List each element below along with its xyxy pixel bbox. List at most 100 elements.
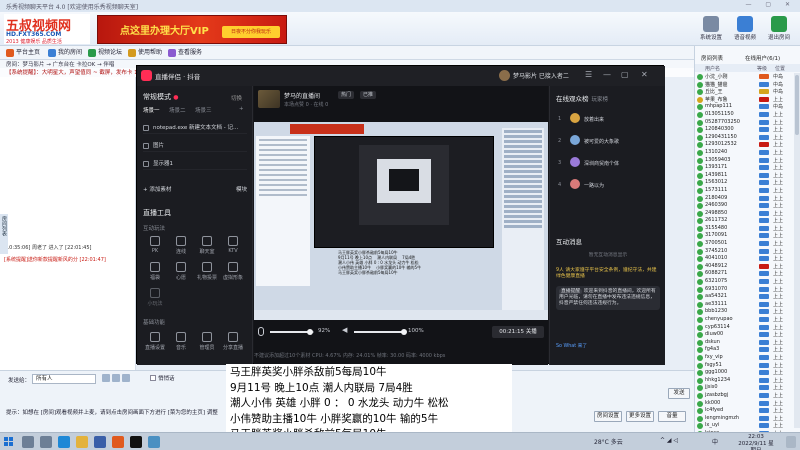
audience-row[interactable]: 1 放着出来 (556, 112, 660, 126)
site-logo[interactable]: 五叔视频网 HD.FXT365.COM 2013 健康娱乐 品质生活 (4, 14, 90, 45)
chat-message-area[interactable]: [10:35:06] 周老了 进入了 [22:01:45] [系统提醒]送你新款提… (0, 77, 136, 370)
ime-indicator[interactable]: 中 (712, 437, 718, 446)
user-row[interactable]: 13059403 上上 (695, 157, 793, 165)
source-item[interactable]: 图片 (143, 140, 247, 152)
user-row[interactable]: fg4a3 上上 (695, 346, 793, 354)
speaker-volume-slider[interactable] (354, 329, 407, 335)
user-row[interactable]: jjsis0 上上 (695, 384, 793, 392)
user-row[interactable]: 4041010 上上 (695, 255, 793, 263)
audience-row[interactable]: 4 一路以为 (556, 178, 660, 192)
join-message-text[interactable]: So What 来了 (556, 344, 587, 349)
user-row[interactable]: dskun 上上 (695, 339, 793, 347)
user-row[interactable]: 2611732 上上 (695, 217, 793, 225)
send-button[interactable]: 发送 (668, 388, 690, 399)
stream-user[interactable]: 梦马影片 已接入者二 (499, 70, 569, 81)
edge-icon[interactable] (58, 436, 70, 448)
user-row[interactable]: lc4fyed 上上 (695, 407, 793, 415)
secret-checkbox[interactable]: 悄悄话 (150, 374, 175, 382)
user-row[interactable]: ggg1000 上上 (695, 369, 793, 377)
vip-banner[interactable]: 点这里办理大厅VIP 日夜不分你我玩乐 (97, 15, 287, 44)
add-source-button[interactable]: + 添加素材 (143, 187, 171, 193)
user-row[interactable]: mhpap111 中岛 (695, 103, 793, 111)
user-row[interactable]: kk000 上上 (695, 400, 793, 408)
menu-icon[interactable]: ☰ (585, 70, 592, 79)
user-list[interactable]: 小沈_小刚 中岛 猫猫_猫爸 中岛 丘比_王 中岛 苹果_布鲁 上上 mhpap111 中岛 013… (695, 73, 793, 450)
audience-row[interactable]: 2 被可爱的大象歌 (556, 134, 660, 148)
stream-cover-thumbnail[interactable] (258, 90, 280, 108)
user-row[interactable]: chenyupao 上上 (695, 316, 793, 324)
toolbar-item[interactable]: 使用帮助 (128, 48, 162, 58)
user-row[interactable]: cyp63114 上上 (695, 324, 793, 332)
user-row[interactable]: 1563012 上上 (695, 179, 793, 187)
search-icon[interactable] (22, 436, 34, 448)
user-row[interactable]: 1439811 上上 (695, 172, 793, 180)
wish-tool-button[interactable]: 心愿 (169, 262, 193, 281)
audience-sub-tab[interactable]: 玩家榜 (592, 97, 609, 103)
mic-top-button[interactable]: 语音视频 (728, 14, 762, 41)
user-row[interactable]: 013051150 上上 (695, 111, 793, 119)
user-row[interactable]: 1573111 上上 (695, 187, 793, 195)
source-item[interactable]: notepad.exe 新建文本文档 - 记... (143, 122, 247, 134)
user-row[interactable]: 1290431150 上上 (695, 134, 793, 142)
notepad-icon[interactable] (148, 436, 160, 448)
user-row[interactable]: 3745210 上上 (695, 248, 793, 256)
room-settings-button[interactable]: 房间设置 (594, 411, 622, 422)
speaker-slider-knob[interactable] (401, 329, 407, 335)
store-icon[interactable] (94, 436, 106, 448)
user-row[interactable]: fxy_vip 上上 (695, 354, 793, 362)
user-row[interactable]: lx_uyi 上上 (695, 422, 793, 430)
user-row[interactable]: 丘比_王 中岛 (695, 88, 793, 96)
user-row[interactable]: 120840300 上上 (695, 126, 793, 134)
tray-icons[interactable]: ^ ◢ ◁ (660, 437, 678, 444)
user-row[interactable]: 猫猫_猫爸 中岛 (695, 81, 793, 89)
user-row[interactable]: 6088271 上上 (695, 270, 793, 278)
module-button[interactable]: 模块 (236, 184, 247, 197)
minimize-icon[interactable]: — (603, 70, 611, 79)
pk-tool-button[interactable]: PK (143, 236, 167, 254)
scene-switch-button[interactable]: 切换 (231, 94, 242, 102)
vip-banner-button[interactable]: 日夜不分你我玩乐 (222, 26, 280, 38)
user-row[interactable]: 05287703250 上上 (695, 119, 793, 127)
user-row[interactable]: hhkg1234 上上 (695, 377, 793, 385)
user-row[interactable]: 1293012532 上上 (695, 141, 793, 149)
windows-start-icon[interactable] (4, 437, 14, 447)
settings-tool-button[interactable]: 直播设置 (143, 332, 167, 351)
speaker-icon[interactable]: ◀ (342, 326, 347, 334)
user-row[interactable]: 4048912 上上 (695, 263, 793, 271)
volume-button[interactable]: 音量 (658, 411, 686, 422)
add-source-row[interactable]: + 添加素材 模块 (143, 184, 247, 197)
microphone-icon[interactable] (258, 327, 264, 336)
color-icon[interactable] (122, 374, 130, 382)
add-scene-button[interactable]: + (239, 106, 244, 112)
system-clock[interactable]: 22:03 2022/9/11 星期日 (736, 434, 776, 450)
live-timer-stop-button[interactable]: 00:21:15 关播 (492, 326, 544, 338)
maximize-icon[interactable]: ▢ (621, 70, 629, 79)
user-row[interactable]: diuw00 上上 (695, 331, 793, 339)
music-tool-button[interactable]: 音乐 (169, 332, 193, 351)
share-tool-button[interactable]: 分享直播 (221, 332, 245, 351)
tab-room-list[interactable]: 房间列表 (701, 54, 723, 62)
user-row[interactable]: 2460390 上上 (695, 202, 793, 210)
user-row[interactable]: 2180409 上上 (695, 195, 793, 203)
stream-title[interactable]: 梦马的直播间 (284, 91, 320, 100)
user-row[interactable]: aa54321 上上 (695, 293, 793, 301)
chat-room-tool-button[interactable]: 聊天室 (195, 236, 219, 255)
tab-scene-1[interactable]: 场景一 (143, 106, 160, 114)
close-icon[interactable]: ✕ (641, 70, 648, 79)
user-row[interactable]: fsgy51 上上 (695, 362, 793, 370)
tab-scene-2[interactable]: 场景二 (169, 106, 186, 114)
window-controls[interactable]: — ▢ ✕ (745, 1, 796, 8)
checkbox-box[interactable] (150, 375, 156, 381)
link-tool-button[interactable]: 连线 (169, 236, 193, 255)
user-row[interactable]: bbb1230 上上 (695, 308, 793, 316)
lucky-bag-tool-button[interactable]: 福袋 (143, 262, 167, 281)
mic-volume-slider[interactable] (270, 329, 314, 335)
folder-icon[interactable] (76, 436, 88, 448)
user-row[interactable]: 6931070 上上 (695, 286, 793, 294)
scrollbar-thumb[interactable] (795, 75, 799, 135)
user-row[interactable]: 1393171 上上 (695, 164, 793, 172)
exit-top-button[interactable]: 退出房间 (762, 14, 796, 41)
ktv-tool-button[interactable]: KTV (221, 236, 245, 254)
gift-vote-tool-button[interactable]: 礼物投票 (195, 262, 219, 281)
tab-online-users[interactable]: 在线用户(6/1) (745, 54, 780, 62)
